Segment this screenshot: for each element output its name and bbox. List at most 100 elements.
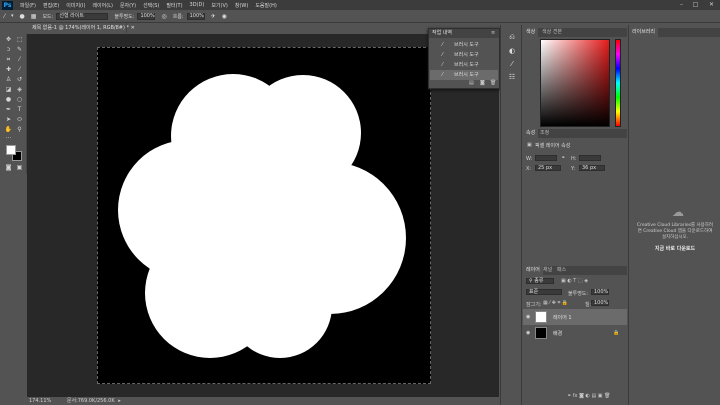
brush-tool-icon[interactable]: ⁄ xyxy=(4,13,5,20)
foreground-color-swatch[interactable] xyxy=(6,145,16,155)
history-item[interactable]: ⁄ 브러시 도구 xyxy=(430,50,498,60)
crop-tool-icon[interactable]: ⌗ xyxy=(4,56,13,64)
menu-filter[interactable]: 필터(T) xyxy=(166,2,182,9)
flow-input[interactable]: 100% xyxy=(186,12,205,20)
status-menu-icon[interactable]: ▸ xyxy=(118,398,121,404)
layer-bottom-icons[interactable]: ⚭ fx ◙ ◐ ▤ ▣ 🗑 xyxy=(567,393,610,399)
menu-view[interactable]: 보기(V) xyxy=(211,2,228,9)
marquee-tool-icon[interactable]: ⬚ xyxy=(15,36,24,44)
tab-paths[interactable]: 패스 xyxy=(554,266,569,275)
screen-mode-icon[interactable]: ▣ xyxy=(15,164,24,172)
menu-window[interactable]: 창(W) xyxy=(235,2,248,9)
healing-tool-icon[interactable]: ✚ xyxy=(4,66,13,74)
close-tab-icon[interactable]: ✕ xyxy=(131,25,135,31)
new-document-icon[interactable]: ▤ xyxy=(469,80,474,86)
paint-bucket-tool-icon[interactable]: ◈ xyxy=(15,86,24,94)
layer-row[interactable]: ◉ 배경 🔒 xyxy=(523,325,627,341)
blur-tool-icon[interactable]: ● xyxy=(4,96,13,104)
dodge-tool-icon[interactable]: ○ xyxy=(15,96,24,104)
document-tab[interactable]: 제목 없음-1 @ 174%(레이어 1, RGB/8#) * ✕ xyxy=(27,23,135,33)
tab-libraries[interactable]: 라이브러리 xyxy=(629,28,659,37)
libraries-message: Creative Cloud Libraries를 사용하려면 Creative… xyxy=(636,223,714,240)
history-panel-icon[interactable]: ⎌ xyxy=(507,33,517,41)
trash-icon[interactable]: 🗑 xyxy=(490,80,496,86)
history-brush-tool-icon[interactable]: ↺ xyxy=(15,76,24,84)
opacity-input[interactable]: 100% xyxy=(137,12,156,20)
airbrush-icon[interactable]: ✈ xyxy=(211,13,216,20)
stamp-tool-icon[interactable]: ♙ xyxy=(4,76,13,84)
mode-select[interactable]: 선형 라이트 xyxy=(56,12,109,20)
hand-tool-icon[interactable]: ✋ xyxy=(4,126,13,134)
tab-channels[interactable]: 채널 xyxy=(540,266,555,275)
menu-file[interactable]: 파일(F) xyxy=(20,2,36,9)
eraser-tool-icon[interactable]: ◪ xyxy=(4,86,13,94)
pen-tool-icon[interactable]: ✒ xyxy=(4,106,13,114)
link-icon[interactable]: ⚭ xyxy=(561,155,565,161)
snapshot-icon[interactable]: ◙ xyxy=(480,80,485,86)
zoom-readout[interactable]: 174.11% xyxy=(29,398,51,404)
type-tool-icon[interactable]: T xyxy=(15,106,24,114)
zoom-tool-icon[interactable]: ⚲ xyxy=(15,126,24,134)
tab-color[interactable]: 색상 xyxy=(523,28,539,37)
photoshop-logo: Ps xyxy=(2,0,13,10)
adjust-panel-icon[interactable]: ☷ xyxy=(507,73,517,81)
color-panel-icon[interactable]: ◐ xyxy=(507,47,517,55)
minimize-icon[interactable]: – xyxy=(676,0,687,10)
hue-slider[interactable] xyxy=(615,39,621,127)
tab-swatches[interactable]: 색상 견본 xyxy=(539,28,565,37)
opacity-label: 불투명도: xyxy=(114,13,135,20)
more-tools-icon[interactable]: ··· xyxy=(4,135,13,143)
close-icon[interactable]: ✕ xyxy=(706,0,717,10)
eye-icon[interactable]: ◉ xyxy=(526,314,530,320)
eyedropper-tool-icon[interactable]: ⁄ xyxy=(15,56,24,64)
quick-mask-icon[interactable]: ◙ xyxy=(4,164,13,172)
menu-3d[interactable]: 3D(D) xyxy=(190,2,205,8)
chevron-down-icon[interactable]: ▾ xyxy=(11,13,14,19)
shape-tool-icon[interactable]: ⬭ xyxy=(15,116,24,124)
tab-properties[interactable]: 속성 xyxy=(523,129,539,138)
lasso-tool-icon[interactable]: ↄ xyxy=(4,46,13,54)
fill-input[interactable]: 100% xyxy=(591,300,609,306)
layer-row-selected[interactable]: ◉ 레이어 1 xyxy=(523,309,627,325)
menu-help[interactable]: 도움말(H) xyxy=(255,2,276,9)
maximize-icon[interactable]: □ xyxy=(690,0,701,10)
menu-image[interactable]: 이미지(I) xyxy=(66,2,85,9)
layer-filter-select[interactable]: ⚲ 종류 xyxy=(526,278,554,284)
menu-type[interactable]: 문자(Y) xyxy=(120,2,136,9)
panel-menu-icon[interactable]: ≡ xyxy=(491,30,495,36)
menu-edit[interactable]: 편집(E) xyxy=(43,2,59,9)
quick-select-tool-icon[interactable]: ✎ xyxy=(15,46,24,54)
options-bar: ⁄ ▾ ● ▦ 모드: 선형 라이트 불투명도: 100% ◎ 흐름: 100%… xyxy=(0,10,720,23)
menu-layer[interactable]: 레이어(L) xyxy=(92,2,113,9)
history-item-selected[interactable]: ⁄ 브러시 도구 xyxy=(430,70,498,80)
layer-opacity-input[interactable]: 100% xyxy=(591,289,609,295)
tab-adjustments[interactable]: 조정 xyxy=(537,129,552,138)
eye-icon[interactable]: ◉ xyxy=(526,330,530,336)
pressure-size-icon[interactable]: ◉ xyxy=(222,13,227,20)
blend-mode-select[interactable]: 표준 xyxy=(526,289,562,295)
layer-filter-icons[interactable]: ▣ ◐ T ⬚ ◈ xyxy=(561,278,588,284)
history-item[interactable]: ⁄ 브러시 도구 xyxy=(430,40,498,50)
path-select-tool-icon[interactable]: ➤ xyxy=(4,116,13,124)
status-bar: 174.11% 문서:769.0K/256.0K ▸ xyxy=(27,397,499,405)
brush-panel-icon[interactable]: ⁄ xyxy=(507,60,517,68)
menu-select[interactable]: 선택(S) xyxy=(143,2,159,9)
pressure-opacity-icon[interactable]: ◎ xyxy=(161,13,166,20)
x-input[interactable]: 25 px xyxy=(535,165,561,171)
height-input[interactable] xyxy=(579,155,601,161)
brush-settings-icon[interactable]: ▦ xyxy=(31,13,37,20)
brush-preset-icon[interactable]: ● xyxy=(20,13,25,20)
history-panel: 작업 내역 ≡ ⁄ 브러시 도구 ⁄ 브러시 도구 ⁄ 브러시 도구 ⁄ 브러시 도구 … xyxy=(428,28,500,89)
y-input[interactable]: 36 px xyxy=(579,165,605,171)
flow-label: 흐름: xyxy=(172,13,184,20)
canvas[interactable] xyxy=(97,47,431,384)
color-picker-field[interactable] xyxy=(540,39,610,127)
lock-icons[interactable]: ▦ ⁄ ✥ ⌗ 🔒 xyxy=(543,300,568,306)
history-item[interactable]: ⁄ 브러시 도구 xyxy=(430,60,498,70)
search-icon: ⚲ xyxy=(529,278,533,284)
document-title: 제목 없음-1 @ 174%(레이어 1, RGB/8#) * xyxy=(32,25,130,31)
move-tool-icon[interactable]: ✥ xyxy=(4,36,13,44)
download-link[interactable]: 지금 바로 다운로드 xyxy=(635,245,715,252)
brush-tool-icon[interactable]: ⁄ xyxy=(15,66,24,74)
width-input[interactable] xyxy=(535,155,557,161)
